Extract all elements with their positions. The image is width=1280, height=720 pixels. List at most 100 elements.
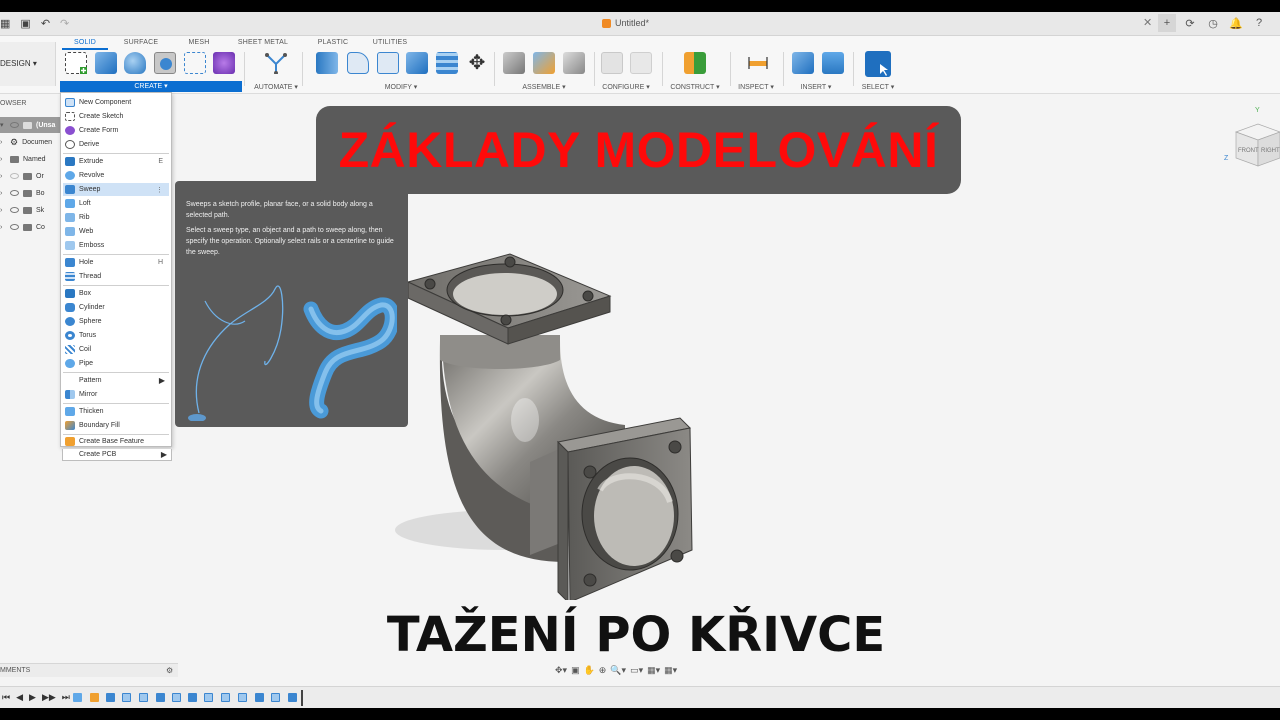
menu-item-create-sketch[interactable]: Create Sketch — [63, 110, 169, 123]
redo-icon[interactable]: ↷ — [60, 17, 69, 30]
menu-item-derive[interactable]: Derive — [63, 138, 169, 151]
tab-plastic[interactable]: PLASTIC — [302, 39, 364, 50]
press-pull-icon[interactable] — [316, 52, 338, 74]
assemble-menu-button[interactable]: ASSEMBLE ▾ — [516, 83, 572, 91]
step-forward-icon[interactable]: ▶▶ — [42, 692, 56, 703]
expand-icon[interactable]: › — [0, 173, 6, 180]
as-built-joint-icon[interactable] — [563, 52, 585, 74]
timeline-feature[interactable] — [122, 693, 131, 702]
tab-utilities[interactable]: UTILITIES — [364, 39, 416, 50]
extrude-icon[interactable] — [95, 52, 117, 74]
select-menu-button[interactable]: SELECT ▾ — [856, 83, 900, 91]
menu-item-create-base-feature[interactable]: Create Base Feature — [63, 436, 169, 446]
tab-solid[interactable]: SOLID — [62, 39, 108, 50]
pan-icon[interactable]: ✋ — [584, 665, 595, 676]
comments-settings-icon[interactable]: ⚙ — [166, 666, 173, 675]
browser-row-origin[interactable]: › Or — [0, 168, 60, 184]
notifications-icon[interactable]: 🔔 — [1227, 14, 1245, 32]
step-back-icon[interactable]: ◀ — [16, 692, 23, 703]
construct-menu-button[interactable]: CONSTRUCT ▾ — [667, 83, 723, 91]
menu-item-hole[interactable]: Hole H — [63, 256, 169, 269]
timeline-feature[interactable] — [255, 693, 264, 702]
document-tab[interactable]: Untitled* — [602, 18, 649, 28]
sync-icon[interactable]: ⟳ — [1181, 14, 1199, 32]
more-options-icon[interactable]: ⋮ — [156, 186, 163, 194]
menu-item-rib[interactable]: Rib — [63, 211, 169, 224]
menu-item-sweep[interactable]: Sweep ⋮ — [63, 183, 169, 196]
timeline-feature[interactable] — [288, 693, 297, 702]
timeline-feature[interactable] — [188, 693, 197, 702]
configure-menu-button[interactable]: CONFIGURE ▾ — [598, 83, 654, 91]
menu-item-coil[interactable]: Coil — [63, 343, 169, 356]
select-icon[interactable] — [865, 51, 891, 77]
play-icon[interactable]: ▶ — [29, 692, 36, 703]
tab-surface[interactable]: SURFACE — [108, 39, 174, 50]
timeline-feature[interactable] — [90, 693, 99, 702]
expand-icon[interactable]: › — [0, 190, 6, 197]
menu-item-create-form[interactable]: Create Form — [63, 124, 169, 137]
browser-row-bodies[interactable]: › Bo — [0, 185, 60, 201]
automate-menu-button[interactable]: AUTOMATE ▾ — [252, 83, 300, 91]
pipe-elbow-model[interactable] — [390, 240, 710, 600]
insert-image-icon[interactable] — [822, 52, 844, 74]
timeline-feature[interactable] — [156, 693, 165, 702]
browser-row-document-settings[interactable]: › ⚙ Documen — [0, 134, 60, 150]
sweep-icon[interactable] — [154, 52, 176, 74]
cube-front-label[interactable]: FRONT — [1238, 148, 1259, 154]
timeline-feature[interactable] — [221, 693, 230, 702]
menu-item-boundary-fill[interactable]: Boundary Fill — [63, 419, 169, 432]
visibility-icon[interactable] — [10, 224, 19, 230]
timeline-feature[interactable] — [204, 693, 213, 702]
timeline-feature[interactable] — [139, 693, 148, 702]
browser-row-construction[interactable]: › Co — [0, 219, 60, 235]
look-at-icon[interactable]: ▣ — [571, 665, 580, 676]
insert-derive-icon[interactable] — [792, 52, 814, 74]
grid-settings-icon[interactable]: ▦▾ — [647, 665, 660, 676]
menu-item-thicken[interactable]: Thicken — [63, 405, 169, 418]
measure-icon[interactable] — [747, 52, 769, 74]
fillet-icon[interactable] — [347, 52, 369, 74]
inspect-menu-button[interactable]: INSPECT ▾ — [734, 83, 778, 91]
help-icon[interactable]: ? — [1250, 14, 1268, 32]
orbit-icon[interactable]: ✥▾ — [555, 665, 567, 676]
form-icon[interactable] — [213, 52, 235, 74]
timeline-feature[interactable] — [238, 693, 247, 702]
go-to-start-icon[interactable]: ⏮ — [2, 692, 10, 703]
menu-item-new-component[interactable]: New Component — [63, 96, 169, 109]
menu-item-create-pcb[interactable]: Create PCB ▶ — [62, 449, 172, 461]
visibility-icon[interactable] — [10, 190, 19, 196]
menu-item-web[interactable]: Web — [63, 225, 169, 238]
combine-icon[interactable] — [436, 52, 458, 74]
expand-icon[interactable]: › — [0, 139, 6, 146]
project-icon[interactable] — [184, 52, 206, 74]
tab-mesh[interactable]: MESH — [174, 39, 224, 50]
menu-item-loft[interactable]: Loft — [63, 197, 169, 210]
browser-row-sketches[interactable]: › Sk — [0, 202, 60, 218]
zoom-icon[interactable]: ⊕ — [599, 665, 607, 676]
tab-sheet-metal[interactable]: SHEET METAL — [224, 39, 302, 50]
menu-item-mirror[interactable]: Mirror — [63, 388, 169, 401]
timeline-feature[interactable] — [106, 693, 115, 702]
new-tab-icon[interactable]: + — [1158, 14, 1176, 32]
browser-row-named-views[interactable]: › Named — [0, 151, 60, 167]
undo-icon[interactable]: ↶ — [41, 17, 50, 30]
job-status-icon[interactable]: ◷ — [1204, 14, 1222, 32]
workspace-switcher[interactable]: DESIGN ▾ — [0, 42, 56, 86]
joint-icon[interactable] — [503, 52, 525, 74]
automate-icon[interactable] — [264, 52, 287, 75]
table-icon[interactable] — [630, 52, 652, 74]
save-icon[interactable]: ▣ — [20, 17, 30, 30]
chamfer-icon[interactable] — [377, 52, 399, 74]
cube-right-label[interactable]: RIGHT — [1261, 148, 1280, 154]
menu-item-pipe[interactable]: Pipe — [63, 357, 169, 370]
visibility-icon[interactable] — [10, 173, 19, 179]
viewports-icon[interactable]: ▦▾ — [664, 665, 677, 676]
collapse-icon[interactable]: ▾ — [0, 121, 6, 129]
configure-icon[interactable] — [601, 52, 623, 74]
visibility-icon[interactable] — [10, 122, 19, 128]
menu-item-revolve[interactable]: Revolve — [63, 169, 169, 182]
menu-item-extrude[interactable]: Extrude E — [63, 155, 169, 168]
menu-item-sphere[interactable]: Sphere — [63, 315, 169, 328]
display-settings-icon[interactable]: ▭▾ — [630, 665, 643, 676]
timeline-feature[interactable] — [172, 693, 181, 702]
